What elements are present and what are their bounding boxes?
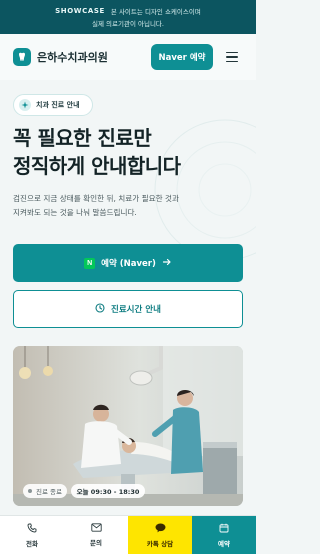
description-line-2: 지켜봐도 되는 것을 나눠 말씀드립니다. (13, 208, 137, 217)
status-dot-icon (28, 489, 32, 493)
naver-reserve-button[interactable]: Naver 예약 (151, 44, 213, 70)
bottom-navigation: 전화 문의 카톡 상담 예약 (0, 515, 256, 554)
showcase-notice-banner: SHOWCASE 본 사이트는 디자인 쇼케이스이며 실제 의료기관이 아닙니다… (0, 0, 256, 34)
naver-reservation-button[interactable]: N 예약 (Naver) (13, 244, 243, 282)
site-header: 은하수치과의원 Naver 예약 (0, 34, 256, 80)
nav-inquiry[interactable]: 문의 (64, 516, 128, 554)
tooth-icon[interactable] (13, 48, 31, 66)
description-line-1: 검진으로 지금 상태를 확인한 뒤, 치료가 필요한 것과 (13, 194, 180, 203)
phone-icon (27, 523, 37, 535)
clinic-photo: 진료 종료 오늘 09:30 - 18:30 (13, 346, 243, 506)
hamburger-menu-icon[interactable] (221, 46, 243, 68)
category-badge: 치과 진료 안내 (13, 94, 93, 116)
hero-headline: 꼭 필요한 진료만 정직하게 안내합니다 (13, 124, 243, 180)
nav-kakao-consult[interactable]: 카톡 상담 (128, 516, 192, 554)
nav-label: 전화 (26, 539, 38, 548)
primary-cta-label: 예약 (Naver) (101, 259, 156, 269)
nav-label: 문의 (90, 539, 102, 547)
clinic-name[interactable]: 은하수치과의원 (37, 49, 108, 65)
mail-icon (90, 523, 102, 534)
status-badge: 진료 종료 (23, 484, 67, 498)
nav-label: 예약 (218, 539, 230, 548)
hero-description: 검진으로 지금 상태를 확인한 뒤, 치료가 필요한 것과 지켜봐도 되는 것을… (13, 192, 245, 220)
secondary-cta-label: 진료시간 안내 (111, 305, 161, 315)
headline-line-2: 정직하게 안내합니다 (13, 154, 181, 178)
nav-reserve[interactable]: 예약 (192, 516, 256, 554)
headline-line-1: 꼭 필요한 진료만 (13, 126, 152, 150)
status-text: 진료 종료 (36, 488, 62, 496)
nav-phone[interactable]: 전화 (0, 516, 64, 554)
notice-text-line1: 본 사이트는 디자인 쇼케이스이며 (110, 8, 201, 16)
dentist-treatment-illustration (13, 346, 243, 506)
showcase-tag: SHOWCASE (55, 7, 105, 15)
arrow-right-icon (162, 257, 172, 270)
naver-n-icon: N (84, 257, 96, 269)
chat-bubble-icon (155, 523, 166, 535)
notice-text-line2: 실제 의료기관이 아닙니다. (92, 20, 164, 28)
nav-label: 카톡 상담 (146, 539, 174, 548)
today-hours-badge: 오늘 09:30 - 18:30 (71, 484, 145, 498)
hours-info-button[interactable]: 진료시간 안내 (13, 290, 243, 328)
hero-section: 치과 진료 안내 꼭 필요한 진료만 정직하게 안내합니다 검진으로 지금 상태… (0, 80, 256, 515)
calendar-icon (219, 523, 229, 535)
clock-icon (95, 302, 105, 316)
badge-label: 치과 진료 안내 (36, 101, 80, 109)
sparkle-icon (19, 99, 31, 111)
